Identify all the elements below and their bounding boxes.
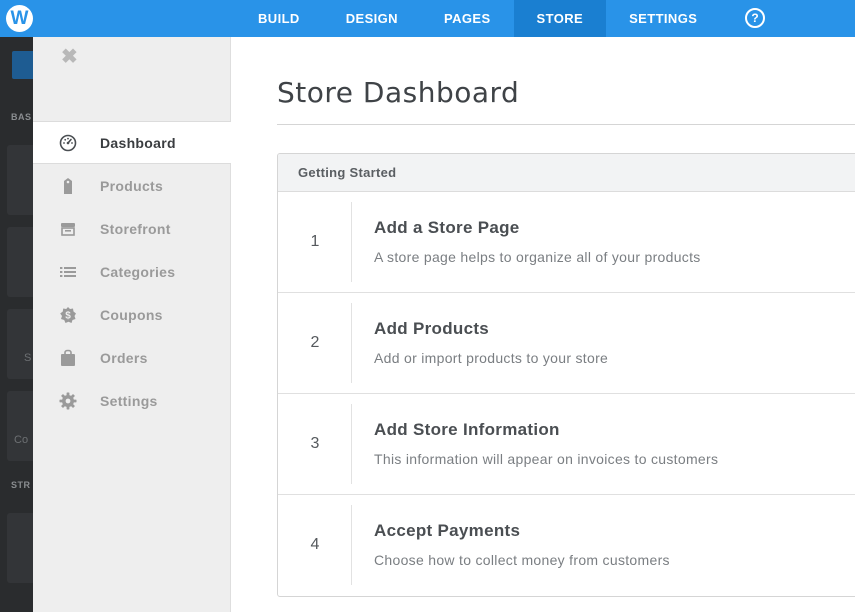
nav-store[interactable]: STORE (513, 0, 607, 37)
step-title[interactable]: Accept Payments (374, 521, 520, 541)
sidebar-item-label: Settings (100, 392, 158, 409)
weebly-logo[interactable]: W (6, 5, 33, 32)
storefront-icon (59, 220, 77, 238)
store-menu: Dashboard Products Storefront Categories… (33, 121, 231, 422)
gauge-icon (59, 134, 77, 152)
sidebar-item-label: Categories (100, 263, 176, 280)
nav-build[interactable]: BUILD (235, 0, 323, 37)
sidebar-item-categories[interactable]: Categories (33, 250, 231, 293)
nav-pages[interactable]: PAGES (421, 0, 514, 37)
sidebar-item-label: Dashboard (100, 134, 176, 151)
sidebar-item-orders[interactable]: Orders (33, 336, 231, 379)
shopping-bag-icon (59, 349, 77, 367)
step-description: Choose how to collect money from custome… (374, 552, 670, 568)
editor-strip-label-basic: BAS (11, 112, 32, 122)
step-number: 1 (310, 233, 320, 250)
sidebar-item-products[interactable]: Products (33, 164, 231, 207)
step-divider (351, 505, 352, 585)
list-icon (59, 263, 77, 281)
step-add-products[interactable]: 2 Add Products Add or import products to… (278, 293, 855, 394)
editor-strip-card[interactable] (7, 391, 33, 461)
editor-strip-button[interactable] (12, 51, 33, 79)
sidebar-item-dashboard[interactable]: Dashboard (33, 121, 231, 164)
sidebar-item-label: Storefront (100, 220, 171, 237)
step-title[interactable]: Add a Store Page (374, 218, 520, 238)
tag-icon (59, 177, 77, 195)
sidebar-item-storefront[interactable]: Storefront (33, 207, 231, 250)
close-icon[interactable]: ✖ (61, 47, 78, 67)
getting-started-panel: Getting Started 1 Add a Store Page A sto… (277, 153, 855, 597)
step-title[interactable]: Add Products (374, 319, 489, 339)
main-nav: BUILD DESIGN PAGES STORE SETTINGS (235, 0, 720, 37)
editor-strip-card[interactable] (7, 145, 33, 215)
svg-text:$: $ (65, 310, 71, 321)
page-title: Store Dashboard (277, 76, 520, 109)
sidebar-item-coupons[interactable]: $ Coupons (33, 293, 231, 336)
step-number: 3 (310, 435, 320, 452)
store-sidebar: ✖ Dashboard Products Storefront Categori… (33, 37, 231, 612)
step-divider (351, 303, 352, 383)
title-divider (277, 124, 855, 125)
step-divider (351, 404, 352, 484)
editor-strip-card[interactable] (7, 513, 33, 583)
editor-sidebar-strip: BAS S Co STR (0, 37, 33, 612)
step-divider (351, 202, 352, 282)
panel-header: Getting Started (278, 154, 855, 192)
sidebar-item-settings[interactable]: Settings (33, 379, 231, 422)
step-number: 2 (310, 334, 320, 351)
nav-settings[interactable]: SETTINGS (606, 0, 720, 37)
step-description: This information will appear on invoices… (374, 451, 719, 467)
editor-strip-label-structure: STR (11, 480, 31, 490)
step-accept-payments[interactable]: 4 Accept Payments Choose how to collect … (278, 495, 855, 596)
editor-strip-card[interactable] (7, 309, 33, 379)
sidebar-item-label: Orders (100, 349, 148, 366)
step-add-store-page[interactable]: 1 Add a Store Page A store page helps to… (278, 192, 855, 293)
nav-design[interactable]: DESIGN (323, 0, 421, 37)
step-description: Add or import products to your store (374, 350, 609, 366)
step-title[interactable]: Add Store Information (374, 420, 560, 440)
sidebar-item-label: Products (100, 177, 164, 194)
gear-icon (59, 392, 77, 410)
step-description: A store page helps to organize all of yo… (374, 249, 701, 265)
editor-strip-text: S (24, 352, 32, 364)
help-icon[interactable]: ? (745, 8, 765, 28)
editor-strip-text: Co (14, 434, 29, 446)
step-add-store-information[interactable]: 3 Add Store Information This information… (278, 394, 855, 495)
editor-strip-card[interactable] (7, 227, 33, 297)
sidebar-item-label: Coupons (100, 306, 163, 323)
top-bar: W BUILD DESIGN PAGES STORE SETTINGS ? (0, 0, 855, 37)
coupon-icon: $ (59, 306, 77, 324)
step-number: 4 (310, 536, 320, 553)
